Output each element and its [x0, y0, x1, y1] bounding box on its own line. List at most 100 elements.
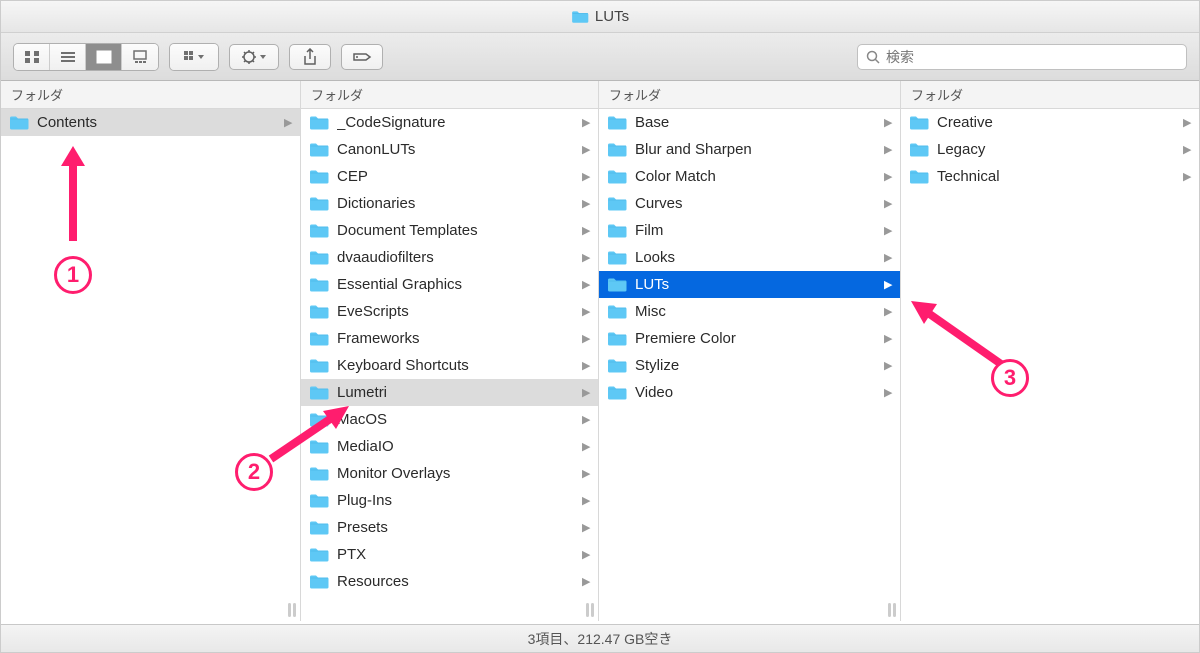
folder-item[interactable]: Film▶	[599, 217, 900, 244]
column-body[interactable]: Contents▶	[1, 109, 300, 621]
chevron-right-icon: ▶	[582, 467, 590, 480]
column-resize-handle[interactable]	[888, 603, 896, 617]
chevron-right-icon: ▶	[884, 197, 892, 210]
column-body[interactable]: Creative▶Legacy▶Technical▶	[901, 109, 1199, 621]
folder-item[interactable]: CanonLUTs▶	[301, 136, 598, 163]
folder-item[interactable]: Dictionaries▶	[301, 190, 598, 217]
chevron-right-icon: ▶	[884, 305, 892, 318]
folder-icon	[909, 115, 929, 131]
folder-label: Plug-Ins	[337, 492, 582, 509]
folder-item[interactable]: Essential Graphics▶	[301, 271, 598, 298]
chevron-right-icon: ▶	[582, 521, 590, 534]
folder-icon	[607, 277, 627, 293]
folder-icon	[309, 331, 329, 347]
statusbar: 3項目、212.47 GB空き	[1, 624, 1199, 652]
column-body[interactable]: _CodeSignature▶CanonLUTs▶CEP▶Dictionarie…	[301, 109, 598, 621]
chevron-right-icon: ▶	[582, 359, 590, 372]
chevron-right-icon: ▶	[1183, 170, 1191, 183]
chevron-right-icon: ▶	[582, 575, 590, 588]
folder-label: LUTs	[635, 276, 884, 293]
folder-icon	[607, 223, 627, 239]
folder-item[interactable]: Document Templates▶	[301, 217, 598, 244]
folder-item[interactable]: MediaIO▶	[301, 433, 598, 460]
folder-item[interactable]: Blur and Sharpen▶	[599, 136, 900, 163]
chevron-right-icon: ▶	[582, 548, 590, 561]
folder-icon	[607, 250, 627, 266]
folder-icon	[309, 547, 329, 563]
folder-item[interactable]: Monitor Overlays▶	[301, 460, 598, 487]
chevron-right-icon: ▶	[582, 197, 590, 210]
folder-label: Legacy	[937, 141, 1183, 158]
search-input[interactable]	[886, 49, 1178, 65]
folder-icon	[309, 466, 329, 482]
folder-label: Technical	[937, 168, 1183, 185]
folder-item[interactable]: Resources▶	[301, 568, 598, 595]
column-resize-handle[interactable]	[586, 603, 594, 617]
folder-item[interactable]: dvaaudiofilters▶	[301, 244, 598, 271]
view-columns-button[interactable]	[86, 44, 122, 70]
view-list-button[interactable]	[50, 44, 86, 70]
chevron-right-icon: ▶	[582, 224, 590, 237]
arrange-button[interactable]	[170, 44, 218, 70]
column-4: フォルダ Creative▶Legacy▶Technical▶	[901, 81, 1199, 621]
folder-item[interactable]: Stylize▶	[599, 352, 900, 379]
folder-item[interactable]: _CodeSignature▶	[301, 109, 598, 136]
folder-label: CEP	[337, 168, 582, 185]
folder-item[interactable]: Color Match▶	[599, 163, 900, 190]
folder-item[interactable]: Base▶	[599, 109, 900, 136]
view-icons-button[interactable]	[14, 44, 50, 70]
folder-label: EveScripts	[337, 303, 582, 320]
folder-icon	[607, 115, 627, 131]
view-gallery-button[interactable]	[122, 44, 158, 70]
folder-item[interactable]: Curves▶	[599, 190, 900, 217]
folder-item[interactable]: Contents▶	[1, 109, 300, 136]
share-button[interactable]	[289, 44, 331, 70]
folder-item[interactable]: Plug-Ins▶	[301, 487, 598, 514]
folder-label: Presets	[337, 519, 582, 536]
folder-item[interactable]: PTX▶	[301, 541, 598, 568]
folder-item[interactable]: Technical▶	[901, 163, 1199, 190]
chevron-right-icon: ▶	[284, 116, 292, 129]
folder-label: Essential Graphics	[337, 276, 582, 293]
folder-item[interactable]: EveScripts▶	[301, 298, 598, 325]
chevron-right-icon: ▶	[884, 386, 892, 399]
folder-item[interactable]: MacOS▶	[301, 406, 598, 433]
folder-icon	[607, 358, 627, 374]
chevron-right-icon: ▶	[582, 143, 590, 156]
folder-item[interactable]: Misc▶	[599, 298, 900, 325]
folder-label: Stylize	[635, 357, 884, 374]
folder-label: Contents	[37, 114, 284, 131]
folder-item[interactable]: Video▶	[599, 379, 900, 406]
chevron-right-icon: ▶	[884, 170, 892, 183]
folder-item[interactable]: CEP▶	[301, 163, 598, 190]
search-field[interactable]	[857, 44, 1187, 70]
folder-item[interactable]: Creative▶	[901, 109, 1199, 136]
column-header: フォルダ	[1, 81, 300, 109]
folder-label: Dictionaries	[337, 195, 582, 212]
columns-container: フォルダ Contents▶ フォルダ _CodeSignature▶Canon…	[1, 81, 1199, 621]
folder-icon	[309, 169, 329, 185]
column-body[interactable]: Base▶Blur and Sharpen▶Color Match▶Curves…	[599, 109, 900, 621]
folder-item[interactable]: Presets▶	[301, 514, 598, 541]
folder-label: Premiere Color	[635, 330, 884, 347]
chevron-right-icon: ▶	[582, 386, 590, 399]
folder-item[interactable]: Looks▶	[599, 244, 900, 271]
chevron-right-icon: ▶	[884, 116, 892, 129]
folder-item[interactable]: Lumetri▶	[301, 379, 598, 406]
folder-item[interactable]: Legacy▶	[901, 136, 1199, 163]
column-3: フォルダ Base▶Blur and Sharpen▶Color Match▶C…	[599, 81, 901, 621]
folder-item[interactable]: Premiere Color▶	[599, 325, 900, 352]
folder-item[interactable]: LUTs▶	[599, 271, 900, 298]
tags-button[interactable]	[341, 44, 383, 70]
action-menu-button[interactable]	[229, 44, 279, 70]
folder-label: MediaIO	[337, 438, 582, 455]
column-resize-handle[interactable]	[288, 603, 296, 617]
folder-icon	[309, 439, 329, 455]
column-2: フォルダ _CodeSignature▶CanonLUTs▶CEP▶Dictio…	[301, 81, 599, 621]
chevron-right-icon: ▶	[582, 332, 590, 345]
folder-item[interactable]: Keyboard Shortcuts▶	[301, 352, 598, 379]
folder-icon	[309, 304, 329, 320]
chevron-right-icon: ▶	[1183, 143, 1191, 156]
chevron-right-icon: ▶	[884, 332, 892, 345]
folder-item[interactable]: Frameworks▶	[301, 325, 598, 352]
